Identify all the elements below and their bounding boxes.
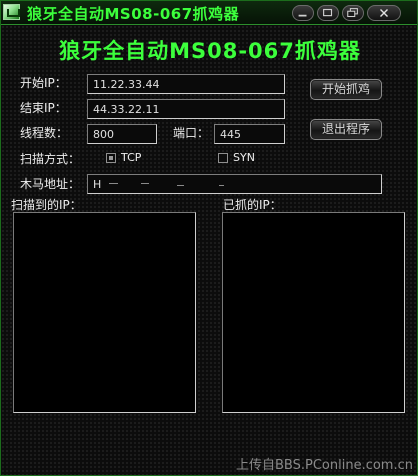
window-title: 狼牙全自动MS08-067抓鸡器: [27, 5, 240, 23]
title-bar[interactable]: 狼牙全自动MS08-067抓鸡器: [1, 1, 417, 25]
watermark-text: 上传自BBS.PConline.com.cn: [236, 458, 413, 473]
scan-mode-label: 扫描方式：: [20, 152, 81, 166]
trojan-address-label: 木马地址：: [20, 177, 81, 191]
close-button[interactable]: [367, 5, 401, 21]
start-ip-label: 开始IP：: [20, 76, 67, 90]
syn-label: SYN: [233, 151, 255, 164]
end-ip-label: 结束IP：: [20, 101, 67, 115]
exit-button[interactable]: 退出程序: [310, 119, 382, 140]
port-input[interactable]: 445: [214, 124, 285, 144]
scanned-ip-list[interactable]: [13, 212, 196, 413]
minimize-icon: [298, 14, 307, 17]
restore-icon: [347, 8, 358, 18]
syn-checkbox[interactable]: [218, 153, 228, 163]
port-label: 端口：: [173, 126, 210, 140]
trojan-address-value: H: [93, 178, 102, 191]
maximize-icon: [323, 8, 333, 17]
main-window: 狼牙全自动MS08-067抓鸡器 狼牙全自动MS08-067抓鸡器 开始IP： …: [0, 0, 418, 476]
minimize-button[interactable]: [292, 5, 314, 21]
app-headline: 狼牙全自动MS08-067抓鸡器: [59, 39, 361, 63]
app-icon[interactable]: [3, 4, 20, 20]
trojan-address-input[interactable]: H: [87, 174, 382, 194]
tcp-label: TCP: [121, 151, 142, 164]
maximize-button[interactable]: [317, 5, 339, 21]
tcp-checkbox[interactable]: [106, 153, 116, 163]
start-capture-button[interactable]: 开始抓鸡: [310, 79, 382, 100]
captured-ip-label: 已抓的IP：: [223, 198, 282, 212]
redacted-text-marks: [108, 183, 224, 186]
start-ip-input[interactable]: 11.22.33.44: [87, 74, 285, 94]
threads-label: 线程数：: [20, 126, 69, 140]
threads-input[interactable]: 800: [87, 124, 157, 144]
captured-ip-list[interactable]: [222, 212, 405, 413]
scanned-ip-label: 扫描到的IP：: [11, 198, 82, 212]
end-ip-input[interactable]: 44.33.22.11: [87, 99, 285, 119]
restore-button[interactable]: [342, 5, 364, 21]
close-icon: [380, 9, 388, 17]
